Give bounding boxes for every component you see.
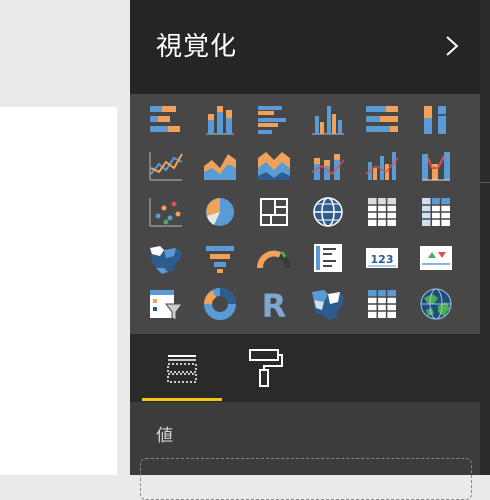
gauge-icon[interactable] <box>254 238 294 278</box>
fields-icon <box>167 355 197 383</box>
scatter-chart-icon[interactable] <box>146 192 186 232</box>
stacked-area-chart-icon[interactable] <box>254 146 294 186</box>
ribbon-chart-icon[interactable] <box>416 146 456 186</box>
pie-chart-icon[interactable] <box>200 192 240 232</box>
kpi-icon[interactable] <box>416 238 456 278</box>
card-icon[interactable]: 123 <box>362 238 402 278</box>
chevron-right-icon[interactable] <box>440 34 464 58</box>
paint-roller-icon <box>249 349 283 387</box>
100-stacked-column-chart-icon[interactable] <box>416 100 456 140</box>
fields-well-area: 値 <box>130 402 480 500</box>
multi-row-card-icon[interactable] <box>308 238 348 278</box>
divider <box>480 182 490 183</box>
shape-map-icon[interactable] <box>308 284 348 324</box>
fields-pane-edge[interactable] <box>480 0 490 475</box>
card-value-text: 123 <box>371 253 394 266</box>
clustered-bar-chart-icon[interactable] <box>254 100 294 140</box>
stacked-column-chart-icon[interactable] <box>200 100 240 140</box>
visual-gallery: 123 R <box>130 94 480 334</box>
pane-header: 視覚化 <box>130 0 480 94</box>
values-well-label: 値 <box>156 426 173 446</box>
svg-text:R: R <box>262 287 287 324</box>
stacked-bar-chart-icon[interactable] <box>146 100 186 140</box>
filled-map-icon[interactable] <box>146 238 186 278</box>
line-and-stacked-column-chart-icon[interactable] <box>308 146 348 186</box>
map-icon[interactable] <box>308 192 348 232</box>
visualizations-pane: 視覚化 123 R 値 <box>130 0 480 500</box>
values-drop-zone[interactable] <box>140 458 472 500</box>
pane-title: 視覚化 <box>156 32 238 62</box>
r-script-visual-icon[interactable]: R <box>254 284 294 324</box>
clustered-column-chart-icon[interactable] <box>308 100 348 140</box>
table-icon[interactable] <box>362 192 402 232</box>
table-visual-icon[interactable] <box>362 284 402 324</box>
pane-tab-bar <box>130 334 480 402</box>
arcgis-map-icon[interactable] <box>416 284 456 324</box>
tab-fields[interactable] <box>154 342 234 398</box>
treemap-icon[interactable] <box>254 192 294 232</box>
donut-chart-icon[interactable] <box>200 284 240 324</box>
100-stacked-bar-chart-icon[interactable] <box>362 100 402 140</box>
line-and-clustered-column-chart-icon[interactable] <box>362 146 402 186</box>
matrix-icon[interactable] <box>416 192 456 232</box>
active-tab-indicator <box>142 398 222 401</box>
area-chart-icon[interactable] <box>200 146 240 186</box>
slicer-icon[interactable] <box>146 284 186 324</box>
line-chart-icon[interactable] <box>146 146 186 186</box>
report-page[interactable] <box>0 107 117 475</box>
funnel-icon[interactable] <box>200 238 240 278</box>
tab-format[interactable] <box>236 342 316 398</box>
